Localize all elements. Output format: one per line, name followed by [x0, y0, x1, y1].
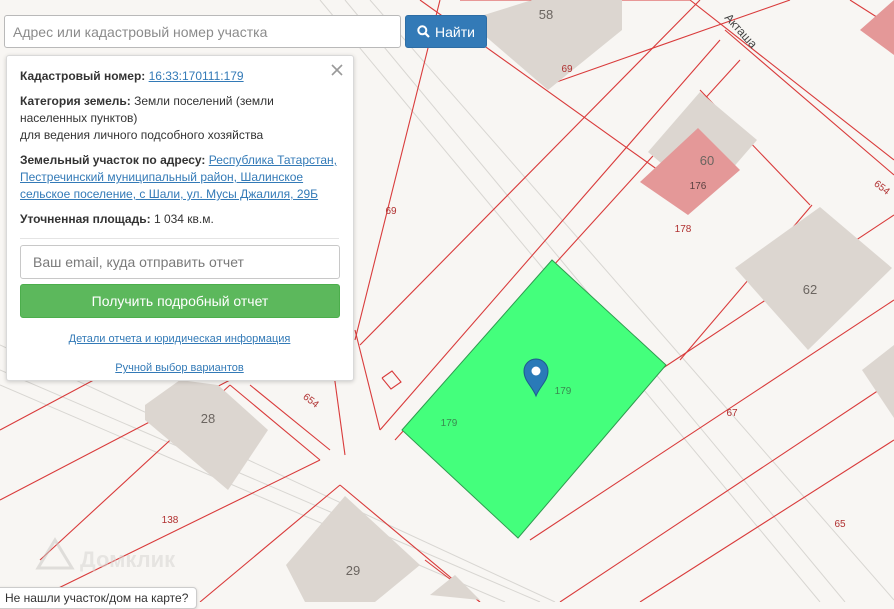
parcel-label: 69	[385, 206, 397, 217]
building-label: 29	[346, 563, 360, 578]
search-button-label: Найти	[435, 23, 475, 40]
cadastral-number-label: Кадастровый номер:	[20, 69, 146, 83]
watermark-text: Домклик	[80, 547, 176, 572]
divider	[20, 238, 339, 239]
parcel-label: 65	[834, 519, 846, 530]
cadastral-number-link[interactable]: 16:33:170111:179	[149, 69, 244, 83]
address-label: Земельный участок по адресу:	[20, 153, 206, 167]
building-label: 60	[700, 153, 714, 168]
building-label: 62	[803, 282, 817, 297]
report-details-link[interactable]: Детали отчета и юридическая информация	[20, 331, 339, 348]
parcel-label: 69	[561, 64, 573, 75]
parcel-info-panel: Кадастровый номер: 16:33:170111:179 Кате…	[6, 55, 354, 381]
area-value: 1 034 кв.м.	[153, 212, 214, 226]
building-label: 28	[201, 411, 215, 426]
email-input[interactable]	[20, 245, 340, 279]
not-found-hint-button[interactable]: Не нашли участок/дом на карте?	[0, 587, 198, 609]
parcel-label: 67	[726, 408, 738, 419]
search-button[interactable]: Найти	[405, 15, 487, 48]
get-report-button[interactable]: Получить подробный отчет	[20, 284, 340, 318]
area-row: Уточненная площадь: 1 034 кв.м.	[20, 211, 339, 228]
parcel-label: 179	[441, 418, 458, 429]
cadastral-number-row: Кадастровый номер: 16:33:170111:179	[20, 68, 339, 85]
search-input[interactable]	[4, 15, 401, 48]
address-row: Земельный участок по адресу: Республика …	[20, 152, 339, 203]
land-use-value: для ведения личного подсобного хозяйства	[20, 128, 264, 142]
building-label: 58	[539, 7, 553, 22]
building-label: 176	[690, 181, 707, 192]
search-icon	[417, 25, 430, 38]
land-category-label: Категория земель:	[20, 94, 131, 108]
manual-selection-link[interactable]: Ручной выбор вариантов	[20, 360, 339, 377]
parcel-label: 138	[162, 515, 179, 526]
land-category-row: Категория земель: Земли поселений (земли…	[20, 93, 339, 144]
area-label: Уточненная площадь:	[20, 212, 151, 226]
parcel-label: 179	[555, 386, 572, 397]
parcel-label: 178	[675, 224, 692, 235]
close-icon[interactable]	[329, 62, 345, 78]
